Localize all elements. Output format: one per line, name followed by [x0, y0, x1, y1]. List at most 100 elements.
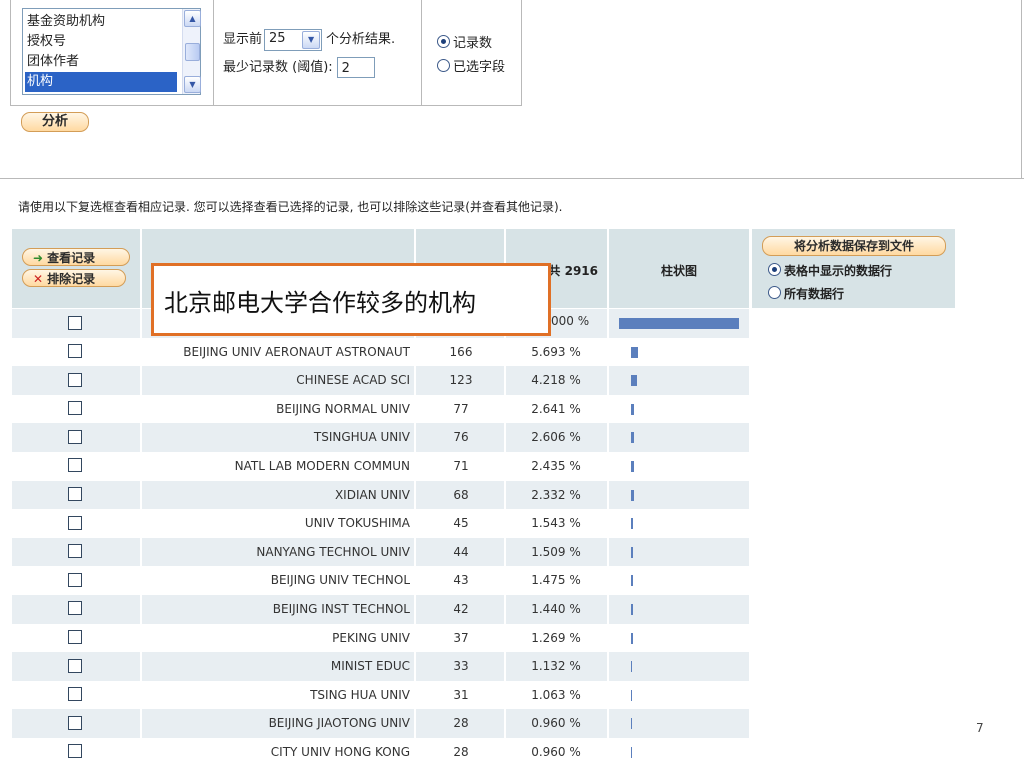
row-checkbox[interactable]: [68, 601, 82, 616]
row-checkbox-cell: [68, 509, 84, 538]
first-row-bar: [619, 318, 739, 329]
row-checkbox[interactable]: [68, 372, 82, 387]
sort-by-selected-field[interactable]: 已选字段: [437, 56, 505, 75]
page-number: 7: [976, 721, 984, 735]
row-checkbox[interactable]: [68, 487, 82, 502]
column-separator: [414, 537, 416, 567]
column-separator: [140, 394, 142, 424]
institution-name: CHINESE ACAD SCI: [296, 373, 410, 388]
bar-cell: [619, 509, 741, 538]
record-count: 77: [453, 401, 469, 416]
column-separator: [607, 423, 609, 452]
column-separator: [140, 337, 142, 367]
row-checkbox[interactable]: [68, 315, 82, 330]
row-checkbox[interactable]: [68, 515, 82, 530]
exclude-records-button[interactable]: ✕ 排除记录: [22, 269, 126, 287]
show-suffix-label: 个分析结果.: [326, 32, 396, 47]
institution-name: NANYANG TECHNOL UNIV: [256, 544, 410, 559]
column-separator: [140, 566, 142, 595]
radio-selected-icon[interactable]: [437, 35, 450, 48]
record-percent: 1.132 %: [531, 659, 581, 674]
row-checkbox[interactable]: [68, 458, 82, 473]
column-separator: [607, 337, 609, 367]
radio-unselected-icon[interactable]: [768, 286, 781, 299]
row-checkbox[interactable]: [68, 744, 82, 759]
row-checkbox[interactable]: [68, 687, 82, 702]
field-listbox[interactable]: 基金资助机构 授权号 团体作者 机构 ▲ ▼: [22, 8, 201, 95]
percent-bar: [631, 661, 632, 673]
panel-right-border: [1021, 0, 1022, 178]
column-separator: [414, 566, 416, 595]
section-divider: [0, 178, 1024, 179]
percent-bar: [631, 546, 633, 558]
save-table-rows-option[interactable]: 表格中显示的数据行: [768, 262, 892, 279]
row-checkbox[interactable]: [68, 401, 82, 416]
percent-bar: [631, 375, 637, 387]
arrow-right-icon: ➜: [33, 251, 44, 265]
column-separator: [607, 480, 609, 510]
column-separator: [140, 309, 142, 338]
field-list-item[interactable]: 基金资助机构: [25, 12, 177, 32]
column-separator: [504, 451, 506, 481]
analyze-button[interactable]: 分析: [21, 112, 89, 132]
row-checkbox-cell: [68, 366, 84, 395]
scroll-up-icon[interactable]: ▲: [184, 10, 201, 27]
column-separator: [504, 737, 506, 767]
table-row: TSINGHUA UNIV 76 2.606 %: [12, 423, 749, 452]
row-checkbox[interactable]: [68, 344, 82, 359]
record-percent: 4.218 %: [531, 373, 581, 388]
row-checkbox[interactable]: [68, 658, 82, 673]
column-separator: [140, 623, 142, 653]
percent-bar: [631, 689, 632, 701]
row-checkbox[interactable]: [68, 544, 82, 559]
row-checkbox-cell: [68, 309, 84, 338]
result-count-select[interactable]: 25 ▼: [264, 28, 323, 51]
field-list-item[interactable]: 团体作者: [25, 52, 177, 72]
column-separator: [607, 652, 609, 681]
save-all-rows-label: 所有数据行: [784, 287, 845, 301]
institution-name: CITY UNIV HONG KONG: [270, 744, 410, 759]
column-separator: [504, 366, 506, 395]
record-count: 76: [453, 430, 469, 445]
column-separator: [414, 366, 416, 395]
row-checkbox[interactable]: [68, 572, 82, 587]
column-separator: [504, 594, 506, 624]
column-separator: [504, 480, 506, 510]
table-row: BEIJING UNIV TECHNOL 43 1.475 %: [12, 566, 749, 595]
column-separator: [414, 423, 416, 452]
column-separator: [607, 366, 609, 395]
record-count: 45: [453, 516, 469, 531]
listbox-scrollbar[interactable]: ▲ ▼: [182, 9, 201, 94]
field-list-item-selected[interactable]: 机构: [25, 72, 177, 92]
column-separator: [504, 423, 506, 452]
column-separator: [607, 709, 609, 738]
row-checkbox[interactable]: [68, 630, 82, 645]
table-row: XIDIAN UNIV 68 2.332 %: [12, 480, 749, 510]
chevron-down-icon[interactable]: ▼: [302, 30, 321, 49]
row-checkbox-cell: [68, 395, 84, 424]
record-percent: 1.269 %: [531, 630, 581, 645]
scroll-thumb[interactable]: [185, 43, 200, 61]
min-records-input[interactable]: 2: [336, 57, 375, 78]
column-separator: [504, 337, 506, 367]
percent-bar: [631, 346, 638, 358]
radio-unselected-icon[interactable]: [437, 59, 450, 72]
save-to-file-button[interactable]: 将分析数据保存到文件: [762, 236, 946, 256]
sort-by-record-count[interactable]: 记录数: [437, 32, 492, 51]
record-percent: 1.543 %: [531, 516, 581, 531]
save-all-rows-option[interactable]: 所有数据行: [768, 285, 844, 302]
table-row: BEIJING UNIV AERONAUT ASTRONAUT 166 5.693 …: [12, 337, 749, 367]
field-list-item[interactable]: 授权号: [25, 32, 177, 52]
percent-bar: [631, 489, 634, 501]
row-checkbox[interactable]: [68, 715, 82, 730]
scroll-down-icon[interactable]: ▼: [184, 76, 201, 93]
radio-selected-icon[interactable]: [768, 263, 781, 276]
bar-chart-column-header: 柱状图: [660, 264, 697, 278]
row-checkbox[interactable]: [68, 429, 82, 444]
column-separator: [414, 394, 416, 424]
table-row: MINIST EDUC 33 1.132 %: [12, 652, 749, 681]
bar-cell: [619, 738, 741, 767]
view-records-button[interactable]: ➜ 查看记录: [22, 248, 130, 266]
first-row-percent-fragment: 000 %: [551, 314, 590, 328]
column-separator: [140, 366, 142, 395]
